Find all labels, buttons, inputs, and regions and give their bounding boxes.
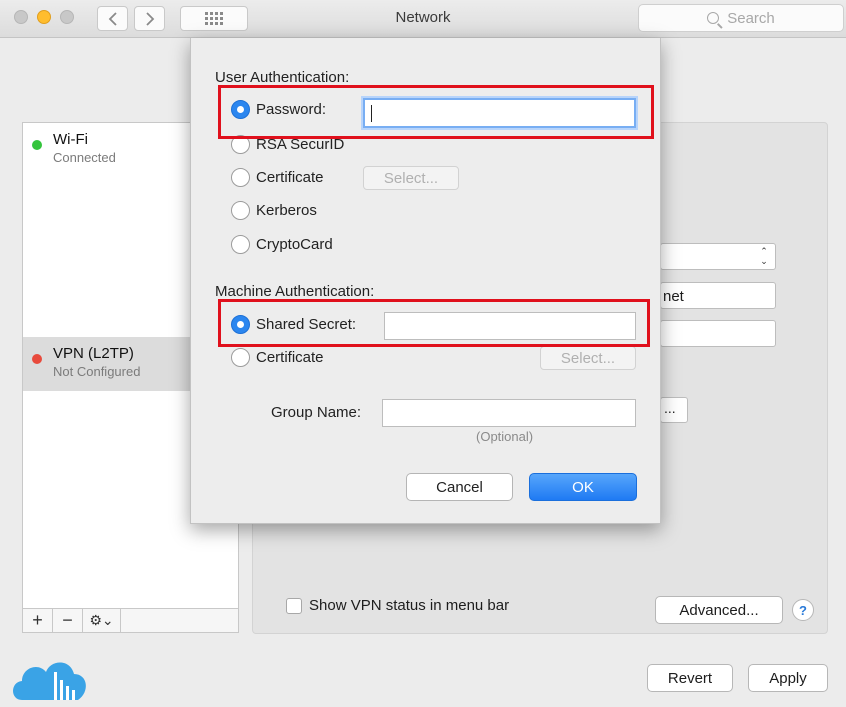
cryptocard-label: CryptoCard [256, 236, 333, 253]
account-name-field[interactable] [660, 320, 776, 347]
user-certificate-radio-row[interactable]: Certificate [231, 168, 324, 187]
machine-certificate-radio-row[interactable]: Certificate [231, 348, 324, 367]
server-address-partial: net [663, 288, 684, 305]
optional-hint: (Optional) [476, 429, 534, 444]
gear-icon[interactable]: ⚙⌄ [83, 609, 121, 632]
show-vpn-status-checkbox[interactable] [286, 597, 302, 614]
user-authentication-heading: User Authentication: [215, 69, 350, 86]
search-placeholder: Search [727, 9, 775, 27]
search-input[interactable]: Search [638, 4, 844, 32]
status-dot-red-icon [32, 354, 42, 364]
configuration-select[interactable]: ⌃⌄ [660, 243, 776, 270]
add-service-button[interactable]: + [23, 609, 53, 632]
show-vpn-status-row[interactable]: Show VPN status in menu bar [286, 597, 509, 614]
cancel-button[interactable]: Cancel [406, 473, 513, 501]
ok-button[interactable]: OK [529, 473, 637, 501]
advanced-button[interactable]: Advanced... [655, 596, 783, 624]
apply-button[interactable]: Apply [748, 664, 828, 692]
help-icon[interactable]: ? [792, 599, 814, 621]
password-highlight-box [218, 85, 654, 139]
remove-service-button[interactable]: − [53, 609, 83, 632]
authentication-settings-partial: ... [664, 400, 676, 416]
user-certificate-radio[interactable] [231, 168, 250, 187]
user-certificate-select-button[interactable]: Select... [363, 166, 459, 190]
shared-secret-highlight-box [218, 299, 650, 347]
show-vpn-status-label: Show VPN status in menu bar [309, 597, 510, 614]
revert-button[interactable]: Revert [647, 664, 733, 692]
machine-certificate-radio[interactable] [231, 348, 250, 367]
status-dot-green-icon [32, 140, 42, 150]
cryptocard-radio-row[interactable]: CryptoCard [231, 235, 333, 254]
machine-certificate-label: Certificate [256, 349, 324, 366]
authentication-settings-button[interactable]: ... [660, 397, 688, 423]
group-name-label: Group Name: [271, 404, 362, 421]
group-name-field[interactable] [382, 399, 636, 427]
machine-authentication-heading: Machine Authentication: [215, 283, 375, 300]
cloud-logo-icon [13, 662, 86, 700]
cryptocard-radio[interactable] [231, 235, 250, 254]
service-list-toolbar: + − ⚙⌄ [22, 608, 239, 633]
server-address-field[interactable]: net [660, 282, 776, 309]
search-icon [707, 12, 720, 24]
kerberos-radio-row[interactable]: Kerberos [231, 201, 317, 220]
user-certificate-label: Certificate [256, 169, 324, 186]
select-arrows-icon: ⌃⌄ [760, 246, 770, 267]
kerberos-radio[interactable] [231, 201, 250, 220]
machine-certificate-select-button[interactable]: Select... [540, 346, 636, 370]
kerberos-label: Kerberos [256, 202, 317, 219]
